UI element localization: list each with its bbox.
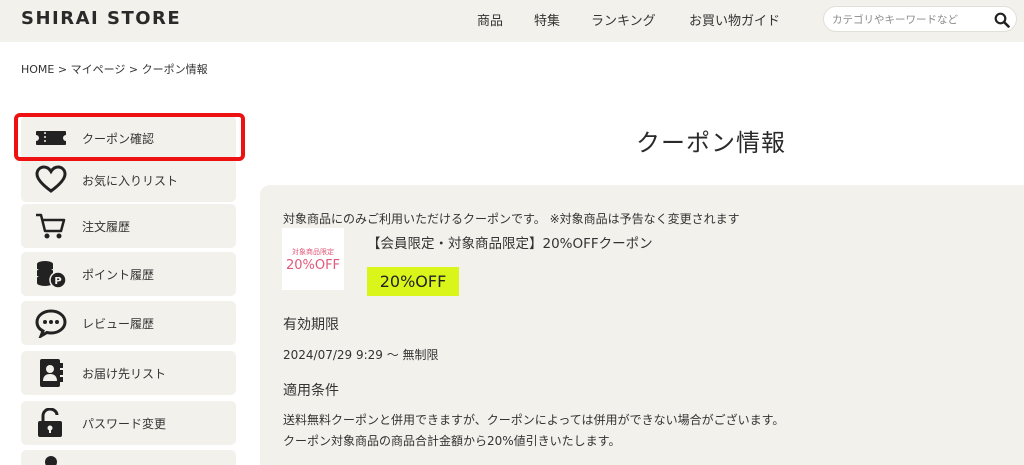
sidebar-item-order-history[interactable]: 注文履歴 <box>21 204 236 248</box>
sidebar-item-point-history[interactable]: P ポイント履歴 <box>21 252 236 296</box>
sidebar-item-label: ポイント履歴 <box>82 268 155 282</box>
svg-text:P: P <box>54 276 61 287</box>
sidebar-item-label: 注文履歴 <box>82 220 131 234</box>
coupon-image: 対象商品限定 20%OFF <box>282 228 344 290</box>
nav-ranking[interactable]: ランキング <box>591 10 656 29</box>
sidebar-item-more[interactable] <box>21 450 236 465</box>
search-icon[interactable] <box>994 12 1010 28</box>
coupon-image-discount: 20%OFF <box>285 258 341 273</box>
sidebar-item-review-history[interactable]: レビュー履歴 <box>21 301 236 345</box>
coupon-image-caption: 対象商品限定 <box>292 248 334 256</box>
sidebar-item-label: お届け先リスト <box>82 367 167 381</box>
validity-heading: 有効期限 <box>283 317 339 333</box>
lock-icon <box>38 408 62 437</box>
sidebar-item-label: レビュー履歴 <box>82 317 155 331</box>
breadcrumb: HOME > マイページ > クーポン情報 <box>21 63 208 76</box>
sidebar-item-label: パスワード変更 <box>82 417 167 431</box>
validity-value: 2024/07/29 9:29 〜 無制限 <box>283 348 439 362</box>
sidebar-item-label: お気に入りリスト <box>82 174 179 188</box>
conditions-line-2: クーポン対象商品の商品合計金額から20%値引きいたします。 <box>283 434 621 448</box>
nav-products[interactable]: 商品 <box>477 10 503 29</box>
person-icon <box>45 456 57 465</box>
nav-shopping-guide[interactable]: お買い物ガイド <box>689 10 780 29</box>
discount-badge: 20%OFF <box>367 267 459 296</box>
sidebar-item-favorites[interactable]: お気に入りリスト <box>21 158 236 202</box>
nav-features[interactable]: 特集 <box>534 10 560 29</box>
address-book-icon <box>40 359 63 387</box>
search-box <box>823 6 1017 32</box>
coins-icon: P <box>37 261 67 289</box>
cart-icon <box>36 213 66 239</box>
site-header: SHIRAI STORE 商品 特集 ランキング お買い物ガイド <box>0 0 1024 42</box>
conditions-heading: 適用条件 <box>283 383 339 399</box>
highlight-frame <box>14 113 245 161</box>
search-input[interactable] <box>832 11 982 29</box>
chat-bubble-icon <box>35 309 67 338</box>
coupon-note: 対象商品にのみご利用いただけるクーポンです。 ※対象商品は予告なく変更されます <box>283 212 740 226</box>
sidebar-item-address-list[interactable]: お届け先リスト <box>21 351 236 395</box>
heart-icon <box>35 165 67 193</box>
coupon-name: 【会員限定・対象商品限定】20%OFFクーポン <box>367 236 653 252</box>
page-title: クーポン情報 <box>636 129 786 157</box>
conditions-line-1: 送料無料クーポンと併用できますが、クーポンによっては併用ができない場合がございま… <box>283 413 785 427</box>
sidebar-item-change-password[interactable]: パスワード変更 <box>21 401 236 445</box>
